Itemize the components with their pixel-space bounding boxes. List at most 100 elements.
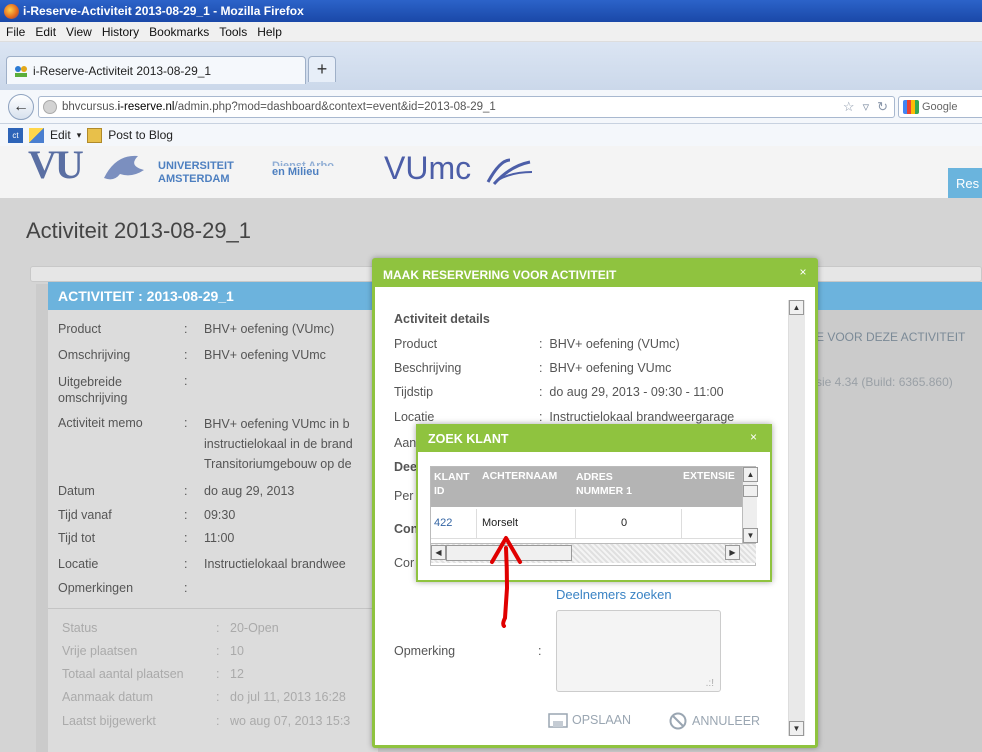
status-value: wo aug 07, 2013 15:3 (230, 714, 351, 728)
site-identity-icon (43, 100, 57, 114)
status-label: Status (62, 621, 98, 635)
bookmark-post-to-blog[interactable]: Post to Blog (108, 128, 173, 142)
edit-pencil-icon (29, 127, 44, 143)
detail-value: BHV+ oefening (VUmc) (204, 322, 335, 336)
scroll-up-icon[interactable]: ▲ (789, 300, 804, 315)
menu-history[interactable]: History (100, 25, 147, 39)
status-label: Aanmaak datum (62, 690, 154, 704)
url-prefix: bhvcursus. (62, 101, 118, 113)
detail-label: Activiteit memo (58, 416, 143, 430)
detail-separator: : (184, 348, 188, 362)
status-value: 10 (230, 644, 244, 658)
cell-klant-id[interactable]: 422 (434, 517, 452, 529)
nav-tab-reserveringen[interactable]: Res (948, 168, 982, 198)
detail-separator: : (184, 416, 188, 430)
detail-separator: : (184, 322, 188, 336)
bookmark-edit[interactable]: Edit (50, 128, 71, 142)
status-label: Vrije plaatsen (62, 644, 138, 658)
detail-label: Locatie (58, 557, 99, 571)
firefox-logo-icon (4, 3, 19, 19)
divider (48, 608, 378, 609)
col-klant-id[interactable]: KLANT ID (434, 470, 474, 498)
status-value: do jul 11, 2013 16:28 (230, 690, 346, 704)
dienst-line1: Dienst Arbo (272, 160, 334, 166)
vumc-text: VUmc (384, 150, 472, 186)
opmerking-label: Opmerking (394, 644, 456, 658)
detail-value: BHV+ oefening VUmc in b instructielokaal… (204, 417, 353, 471)
detail-value: 11:00 (204, 531, 235, 545)
col-extensie[interactable]: EXTENSIE (683, 470, 741, 482)
google-search-icon (903, 100, 919, 114)
modal-detail-label: Tijdstip (394, 385, 434, 399)
menu-file[interactable]: File (4, 25, 33, 39)
scroll-left-icon[interactable]: ◀ (431, 545, 446, 560)
cell-divider (681, 509, 682, 539)
modal-detail-value-text: do aug 29, 2013 - 09:30 - 11:00 (549, 385, 724, 399)
dropdown-arrow-icon[interactable]: ▿ (863, 99, 870, 115)
chevron-down-icon[interactable]: ▾ (77, 130, 82, 141)
version-text: sie 4.34 (Build: 6365.860) (816, 375, 953, 389)
opmerking-textarea[interactable]: .:! (556, 610, 721, 692)
ct-icon[interactable]: ct (8, 127, 23, 143)
scroll-up-icon[interactable]: ▲ (743, 467, 758, 482)
scroll-down-icon[interactable]: ▼ (789, 721, 804, 736)
new-tab-button[interactable]: + (308, 56, 336, 82)
menu-view[interactable]: View (64, 25, 100, 39)
detail-label: Tijd tot (58, 531, 96, 545)
modal-detail-label: Product (394, 337, 438, 351)
save-disk-icon (548, 713, 568, 728)
status-separator: : (216, 690, 220, 704)
cancel-button[interactable]: ANNULEER (668, 712, 760, 730)
detail-label: Product (58, 322, 102, 336)
reload-icon[interactable]: ↻ (877, 99, 888, 115)
menu-tools[interactable]: Tools (217, 25, 255, 39)
vu-university-name: UNIVERSITEIT AMSTERDAM (158, 160, 234, 186)
modal-partial-label: Cor (394, 556, 415, 570)
detail-label: Omschrijving (58, 348, 131, 362)
menu-bookmarks[interactable]: Bookmarks (147, 25, 217, 39)
back-button[interactable]: ← (8, 94, 34, 120)
bookmarks-toolbar: ct Edit ▾ Post to Blog (0, 124, 982, 146)
table-row[interactable]: 422 Morselt 0 (431, 509, 742, 539)
resize-grip-icon[interactable]: .:! (706, 678, 714, 689)
col-adres-nummer[interactable]: ADRES NUMMER 1 (576, 470, 640, 498)
detail-value: 09:30 (204, 508, 236, 522)
modal-scrollbar[interactable]: ▲ ▼ (788, 300, 805, 736)
col-achternaam[interactable]: ACHTERNAAM (482, 470, 557, 482)
modal-detail-value-text: BHV+ oefening VUmc (549, 361, 672, 375)
status-separator: : (216, 644, 220, 658)
cancel-label: ANNULEER (692, 714, 761, 728)
modal-partial-label: Per (394, 489, 414, 503)
back-arrow-icon: ← (13, 98, 29, 115)
tab-title: i-Reserve-Activiteit 2013-08-29_1 (33, 63, 212, 78)
scroll-thumb[interactable] (743, 485, 758, 497)
zoek-klant-close-icon[interactable]: × (750, 430, 757, 444)
browser-tab[interactable]: i-Reserve-Activiteit 2013-08-29_1 (6, 56, 306, 84)
deelnemers-zoeken-link[interactable]: Deelnemers zoeken (556, 587, 672, 602)
cell-adres-nummer: 0 (621, 517, 628, 529)
bookmark-star-icon[interactable]: ☆ (843, 99, 855, 115)
menu-bar: File Edit View History Bookmarks Tools H… (0, 22, 982, 42)
url-bar[interactable]: bhvcursus. i-reserve.nl/admin.php?mod=das… (38, 96, 895, 118)
scroll-right-icon[interactable]: ▶ (725, 545, 740, 560)
window-titlebar: i-Reserve-Activiteit 2013-08-29_1 - Mozi… (0, 0, 982, 22)
cell-divider (575, 509, 576, 539)
detail-separator: : (184, 581, 188, 595)
menu-edit[interactable]: Edit (33, 25, 64, 39)
save-label: OPSLAAN (572, 713, 632, 727)
klant-table-vscroll[interactable]: ▲ ▼ (742, 467, 758, 543)
status-separator: : (216, 621, 220, 635)
dienst-line2: en Milieu (272, 166, 320, 178)
modal-partial-label: Con (394, 522, 419, 536)
reservations-link[interactable]: E VOOR DEZE ACTIVITEIT (816, 330, 965, 344)
red-arrow-annotation-icon (490, 536, 522, 628)
vu-line2: AMSTERDAM (158, 173, 230, 185)
search-box[interactable]: Google (898, 96, 982, 118)
menu-help[interactable]: Help (255, 25, 290, 39)
status-label: Laatst bijgewerkt (62, 714, 156, 728)
modal-detail-label: Locatie (394, 410, 435, 424)
modal-close-icon[interactable]: × (795, 264, 811, 280)
scroll-down-icon[interactable]: ▼ (743, 528, 758, 543)
save-button[interactable]: OPSLAAN (548, 712, 631, 728)
detail-label: Datum (58, 484, 95, 498)
